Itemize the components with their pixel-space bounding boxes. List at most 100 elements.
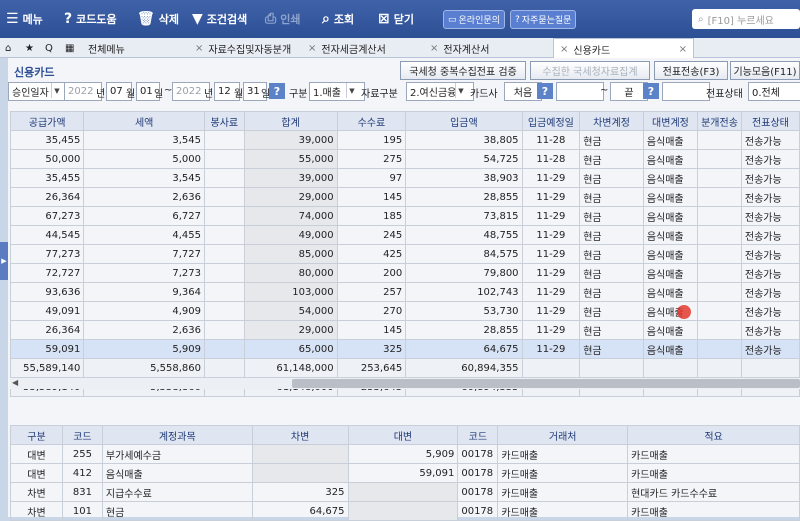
table-row[interactable]: 44,545 4,455 49,000 245 48,755 11-29 현금 음식매출 전송가…: [9, 225, 800, 245]
journal-cell[interactable]: 음식매출: [101, 463, 253, 483]
column-header[interactable]: 봉사료: [203, 111, 245, 131]
table-cell[interactable]: 5,000: [83, 149, 205, 169]
table-cell[interactable]: 현금: [579, 263, 644, 283]
table-cell[interactable]: 145: [336, 320, 407, 340]
table-cell[interactable]: 음식매출: [642, 244, 699, 264]
close-icon[interactable]: ×: [195, 43, 203, 54]
table-cell[interactable]: [697, 282, 742, 302]
table-cell[interactable]: [697, 225, 742, 245]
table-cell[interactable]: 11-29: [521, 339, 581, 359]
table-cell[interactable]: 77,273: [9, 244, 85, 264]
table-cell[interactable]: 11-29: [521, 263, 581, 283]
table-cell[interactable]: 전송가능: [740, 244, 800, 264]
table-cell[interactable]: 전송가능: [740, 282, 800, 302]
table-cell[interactable]: 245: [336, 225, 407, 245]
journal-cell[interactable]: 00178: [457, 501, 499, 521]
table-cell[interactable]: 53,730: [405, 301, 523, 321]
table-cell[interactable]: 전송가능: [740, 168, 800, 188]
table-cell[interactable]: 4,909: [83, 301, 205, 321]
table-row[interactable]: 50,000 5,000 55,000 275 54,725 11-28 현금 음식매출 전송가…: [9, 149, 800, 169]
journal-cell[interactable]: 대변: [10, 444, 63, 464]
tab-e-tax-invoice[interactable]: × 전자세금계산서: [308, 38, 386, 58]
print-button[interactable]: ⎙ 인쇄: [265, 0, 300, 38]
table-cell[interactable]: 35,455: [9, 168, 85, 188]
table-cell[interactable]: 325: [336, 339, 407, 359]
table-cell[interactable]: [203, 320, 245, 340]
journal-cell[interactable]: 카드매출: [497, 482, 629, 502]
table-cell[interactable]: [203, 301, 245, 321]
faq-button[interactable]: ? 자주묻는질문: [510, 10, 577, 29]
tab-data-collection[interactable]: × 자료수집및자동분개: [195, 38, 291, 58]
table-cell[interactable]: 49,091: [9, 301, 85, 321]
journal-cell[interactable]: 00178: [457, 463, 499, 483]
table-cell[interactable]: [697, 187, 742, 207]
table-cell[interactable]: 음식매출: [642, 282, 699, 302]
table-row[interactable]: 72,727 7,273 80,000 200 79,800 11-29 현금 음식매출 전송가…: [9, 263, 800, 283]
journal-cell[interactable]: 카드매출: [497, 501, 629, 521]
table-cell[interactable]: 현금: [579, 206, 644, 226]
table-cell[interactable]: 전송가능: [740, 206, 800, 226]
table-cell[interactable]: 65,000: [243, 339, 338, 359]
table-cell[interactable]: 현금: [579, 301, 644, 321]
table-cell[interactable]: [697, 320, 742, 340]
chevron-down-icon[interactable]: ▼: [346, 83, 357, 98]
table-cell[interactable]: [203, 149, 245, 169]
tab-credit-card[interactable]: × 신용카드 ×: [553, 38, 694, 59]
table-cell[interactable]: 현금: [579, 130, 644, 150]
journal-cell[interactable]: 카드매출: [627, 463, 800, 483]
table-cell[interactable]: 28,855: [405, 320, 523, 340]
journal-row[interactable]: 차변 101 현금 64,675 00178 카드매출 카드매출: [10, 501, 800, 521]
home-icon[interactable]: ⌂: [5, 38, 11, 58]
journal-cell[interactable]: 대변: [10, 463, 63, 483]
table-cell[interactable]: 48,755: [405, 225, 523, 245]
table-cell[interactable]: [203, 168, 245, 188]
column-header[interactable]: 수수료: [336, 111, 407, 131]
table-cell[interactable]: 72,727: [9, 263, 85, 283]
table-cell[interactable]: [697, 168, 742, 188]
table-cell[interactable]: [203, 187, 245, 207]
filter-search-button[interactable]: ▼ 조건검색: [192, 0, 247, 38]
column-header[interactable]: 전표상태: [740, 111, 800, 131]
table-cell[interactable]: 74,000: [243, 206, 338, 226]
table-cell[interactable]: 185: [336, 206, 407, 226]
journal-cell[interactable]: 325: [251, 482, 349, 502]
table-cell[interactable]: [697, 263, 742, 283]
table-row[interactable]: 26,364 2,636 29,000 145 28,855 11-29 현금 음식매출 전송가…: [9, 320, 800, 340]
table-cell[interactable]: 26,364: [9, 187, 85, 207]
table-cell[interactable]: [203, 130, 245, 150]
table-cell[interactable]: 84,575: [405, 244, 523, 264]
table-cell[interactable]: 5,909: [83, 339, 205, 359]
function-menu-button[interactable]: 기능모음(F11): [730, 61, 800, 80]
table-cell[interactable]: 270: [336, 301, 407, 321]
table-cell[interactable]: 전송가능: [740, 130, 800, 150]
table-row[interactable]: 35,455 3,545 39,000 97 38,903 11-29 현금 음식매출 전송가능: [9, 168, 800, 188]
table-cell[interactable]: 현금: [579, 187, 644, 207]
column-header[interactable]: 차변계정: [579, 111, 644, 131]
table-cell[interactable]: 50,000: [9, 149, 85, 169]
table-cell[interactable]: 음식매출: [642, 168, 699, 188]
table-cell[interactable]: 11-29: [521, 187, 581, 207]
table-cell[interactable]: 80,000: [243, 263, 338, 283]
close-icon[interactable]: ×: [308, 43, 316, 54]
table-cell[interactable]: [697, 244, 742, 264]
journal-cell[interactable]: 카드매출: [497, 463, 629, 483]
table-row[interactable]: 59,091 5,909 65,000 325 64,675 11-29 현금 음식매출 전송가…: [9, 339, 800, 359]
table-cell[interactable]: 현금: [579, 320, 644, 340]
table-cell[interactable]: 11-29: [521, 301, 581, 321]
journal-cell[interactable]: 00178: [457, 444, 499, 464]
table-cell[interactable]: 55,000: [243, 149, 338, 169]
online-inquiry-button[interactable]: ▭ 온라인문의: [443, 10, 505, 29]
table-cell[interactable]: 67,273: [9, 206, 85, 226]
journal-cell[interactable]: 지급수수료: [101, 482, 253, 502]
journal-cell[interactable]: 00178: [457, 482, 499, 502]
table-row[interactable]: 77,273 7,727 85,000 425 84,575 11-29 현금 음식매출 전송가…: [9, 244, 800, 264]
table-cell[interactable]: 275: [336, 149, 407, 169]
column-header[interactable]: 입금액: [405, 111, 523, 131]
date-help-button[interactable]: ?: [269, 83, 285, 99]
table-cell[interactable]: [203, 339, 245, 359]
star-icon[interactable]: ★: [25, 38, 34, 58]
voucher-send-button[interactable]: 전표전송(F3): [654, 61, 728, 80]
table-cell[interactable]: 음식매출: [642, 339, 699, 359]
table-cell[interactable]: 257: [336, 282, 407, 302]
table-cell[interactable]: 11-29: [521, 282, 581, 302]
